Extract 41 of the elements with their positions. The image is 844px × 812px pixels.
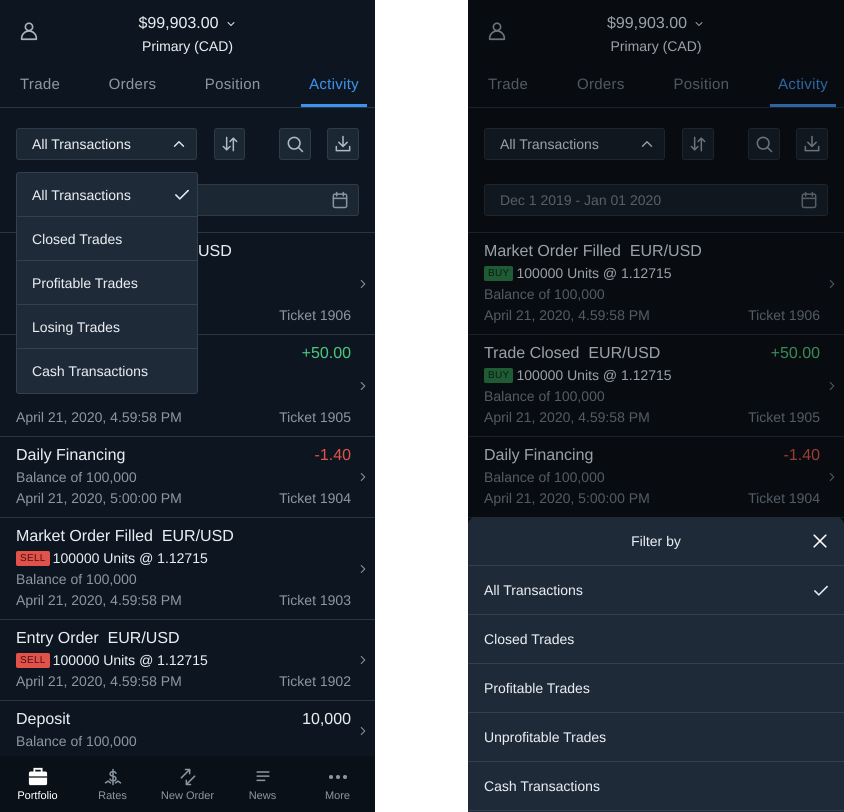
transaction-date: April 21, 2020, 4.59:58 PM [484,307,650,323]
transaction-date: April 21, 2020, 4.59:58 PM [484,409,650,425]
transaction-date: April 21, 2020, 4.59:58 PM [16,592,182,608]
account-name: Primary (CAD) [142,38,233,54]
order-details: SELL 100000 Units @ 1.12715 [16,652,208,668]
transaction-title: Daily Financing [16,447,126,465]
balance-text: Balance of 100,000 [484,388,605,404]
transaction-amount: -1.40 [314,447,351,465]
transaction-title: Daily Financing [484,447,594,465]
ticket-number: Ticket 1904 [748,490,820,506]
ticket-number: Ticket 1903 [279,592,351,608]
transaction-title: USD [198,243,232,261]
ticket-number: Ticket 1905 [748,409,820,425]
order-details: BUY 100000 Units @ 1.12715 [484,367,672,383]
account-name: Primary (CAD) [610,38,702,54]
order-details: BUY 100000 Units @ 1.12715 [484,265,672,281]
ticket-number: Ticket 1902 [279,673,351,689]
balance-text: Balance of 100,000 [484,469,605,485]
ticket-number: Ticket 1906 [279,307,351,323]
transaction-title: Deposit [16,711,70,729]
transaction-amount: -1.40 [784,447,820,465]
transaction-title: Entry Order EUR/USD [16,630,180,648]
transaction-title: Trade Closed EUR/USD [484,345,660,363]
ticket-number: Ticket 1905 [279,409,351,425]
transaction-date: April 21, 2020, 4.59:58 PM [16,409,182,425]
transaction-date: April 21, 2020, 5:00:00 PM [484,490,650,506]
transaction-amount: 10,000 [302,711,351,729]
sheet-title: Filter by [631,533,681,549]
transaction-amount: +50.00 [770,345,820,363]
transaction-date: April 21, 2020, 5:00:00 PM [16,490,182,506]
ticket-number: Ticket 1904 [279,490,351,506]
balance-text: Balance of 100,000 [16,469,137,485]
transaction-title: Market Order Filled EUR/USD [484,243,702,261]
ticket-number: Ticket 1906 [748,307,820,323]
balance-text: Balance of 100,000 [16,571,137,587]
transaction-amount: +50.00 [302,345,351,363]
balance-text: Balance of 100,000 [484,286,605,302]
order-details: SELL 100000 Units @ 1.12715 [16,550,208,566]
transaction-title: Market Order Filled EUR/USD [16,528,234,546]
balance-text: Balance of 100,000 [16,733,137,749]
transaction-date: April 21, 2020, 4.59:58 PM [16,673,182,689]
